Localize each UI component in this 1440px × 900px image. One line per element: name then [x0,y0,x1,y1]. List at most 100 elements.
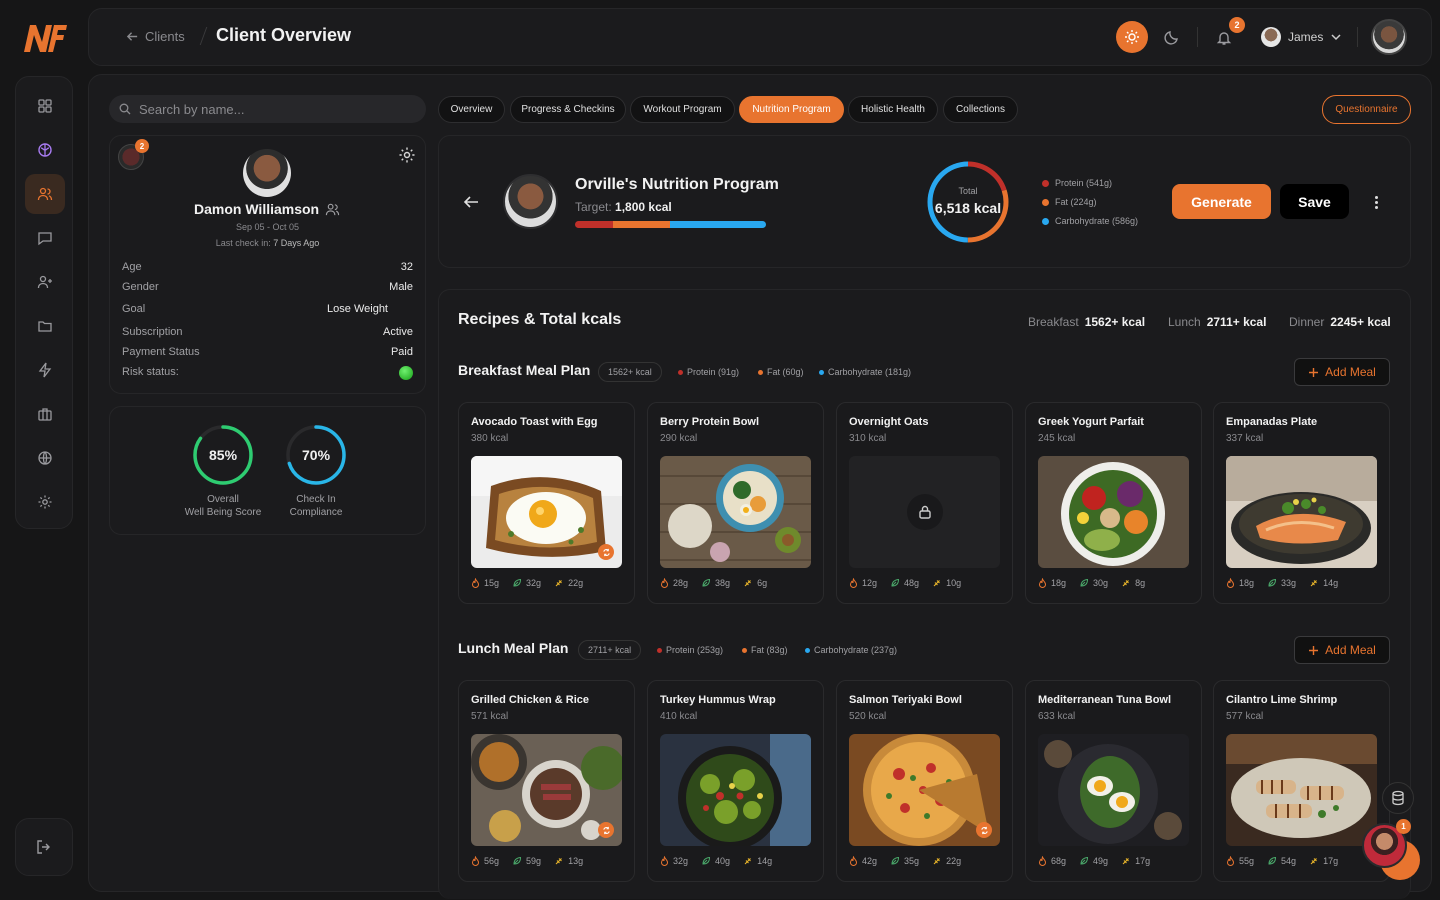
lock-button[interactable] [906,494,943,530]
swap-meal-button[interactable] [598,544,614,560]
light-mode-button[interactable] [1116,21,1148,53]
meal-card[interactable]: Empanadas Plate 337 kcal 18g 33g 14g [1213,402,1390,604]
meal-card[interactable]: Turkey Hummus Wrap 410 kcal 32g 40g 14g [647,680,824,882]
meal-name: Salmon Teriyaki Bowl [849,694,962,706]
generate-button[interactable]: Generate [1172,184,1271,219]
meal-carbs: 32g [512,578,541,588]
tab-collections[interactable]: Collections [943,96,1018,123]
sidebar-item-files[interactable] [25,306,65,346]
flame-icon [1226,856,1235,866]
last-checkin-value: 7 Days Ago [273,238,320,248]
sidebar-item-dashboard[interactable] [25,86,65,126]
macro-segment [613,221,671,228]
users-icon[interactable] [325,202,340,217]
user-mini-avatar [1261,27,1281,47]
sidebar-item-clients[interactable] [25,174,65,214]
tab-workout-program[interactable]: Workout Program [630,96,735,123]
meal-protein-value: 18g [1051,578,1067,588]
questionnaire-button[interactable]: Questionnaire [1322,95,1411,124]
add-meal-button[interactable]: Add Meal [1294,636,1390,664]
dark-mode-button[interactable] [1156,21,1188,53]
total-value: 1562+ kcal [1084,315,1146,329]
tab-holistic-health[interactable]: Holistic Health [848,96,938,123]
macro-label: Fat (83g) [751,645,788,655]
meal-name: Empanadas Plate [1226,416,1318,428]
tab-nutrition-program[interactable]: Nutrition Program [739,96,844,123]
flame-icon [849,578,858,588]
total-label: Dinner [1289,315,1325,329]
tab-progress-checkins[interactable]: Progress & Checkins [510,96,626,123]
add-meal-button[interactable]: Add Meal [1294,358,1390,386]
carb-icon [933,858,940,865]
carb-icon [1310,580,1317,587]
program-client-avatar [503,174,558,229]
meal-name: Grilled Chicken & Rice [471,694,589,706]
meal-carbs: 49g [1079,856,1108,866]
sidebar-item-automations[interactable] [25,350,65,390]
meal-fat-value: 14g [757,856,773,866]
sidebar-item-web[interactable] [25,438,65,478]
target-value: 1,800 kcal [615,200,672,214]
meal-protein-value: 56g [484,856,500,866]
meal-card[interactable]: Overnight Oats 310 kcal 12g 48g 10g [836,402,1013,604]
sidebar-item-messages[interactable] [25,218,65,258]
meal-fat: 22g [554,578,583,588]
back-to-clients-link[interactable]: Clients [126,29,185,44]
macro-segment [670,221,766,228]
meal-protein: 18g [1226,578,1254,588]
meal-image [1038,734,1189,846]
arrow-left-icon[interactable] [461,193,481,211]
page-title: Client Overview [216,25,352,45]
meal-card[interactable]: Grilled Chicken & Rice 571 kcal 56g 59g … [458,680,635,882]
meal-name: Avocado Toast with Egg [471,416,598,428]
meal-carbs-value: 49g [1093,856,1109,866]
sidebar-item-ai[interactable] [25,130,65,170]
dinner-total: Dinner 2245+ kcal [1289,315,1391,329]
more-options-icon[interactable] [1366,192,1386,212]
meal-macros: 55g 54g 17g [1226,856,1338,866]
sidebar-item-add-client[interactable] [25,262,65,302]
meal-carbs: 59g [512,856,541,866]
meal-plan-macro: Fat (83g) [742,645,788,655]
swap-meal-button[interactable] [976,822,992,838]
meal-carbs: 40g [701,856,730,866]
logout-button[interactable] [15,818,73,876]
sun-icon [1125,30,1139,44]
meal-protein-value: 32g [673,856,689,866]
flame-icon [1226,578,1235,588]
meal-fat-value: 10g [946,578,962,588]
save-button[interactable]: Save [1280,184,1349,219]
meal-card[interactable]: Mediterranean Tuna Bowl 633 kcal 68g 49g… [1025,680,1202,882]
meal-card[interactable]: Salmon Teriyaki Bowl 520 kcal 42g 35g 22… [836,680,1013,882]
meal-carbs: 54g [1267,856,1296,866]
stat-value: Male [389,281,413,293]
profile-avatar[interactable] [1371,19,1407,55]
meal-card[interactable]: Greek Yogurt Parfait 245 kcal 18g 30g 8g [1025,402,1202,604]
meal-protein: 55g [1226,856,1254,866]
swap-meal-button[interactable] [598,822,614,838]
sidebar-item-business[interactable] [25,394,65,434]
gear-icon[interactable] [398,146,416,164]
meal-carbs-value: 54g [1281,856,1297,866]
tab-overview[interactable]: Overview [438,96,505,123]
legend-dot [1042,179,1049,187]
meal-macros: 42g 35g 22g [849,856,961,866]
back-label: Clients [145,29,185,44]
grid-icon [38,99,52,113]
meal-carbs-value: 30g [1093,578,1109,588]
carb-icon [744,858,751,865]
meal-macros: 28g 38g 6g [660,578,767,588]
stat-subscription: Subscription Active [122,326,413,338]
meal-plan-macro: Protein (253g) [657,645,723,655]
chevron-down-icon [1331,34,1341,41]
user-menu[interactable]: James [1261,27,1342,47]
stat-label: Payment Status [122,346,200,358]
last-checkin: Last check in: 7 Days Ago [109,238,426,248]
sidebar-item-settings[interactable] [25,482,65,522]
sidebar [15,76,73,529]
meal-card[interactable]: Avocado Toast with Egg 380 kcal 15g 32g … [458,402,635,604]
meal-card[interactable]: Berry Protein Bowl 290 kcal 28g 38g 6g [647,402,824,604]
database-button[interactable] [1382,782,1414,814]
search-input[interactable] [139,101,399,117]
search-bar[interactable] [109,95,426,123]
